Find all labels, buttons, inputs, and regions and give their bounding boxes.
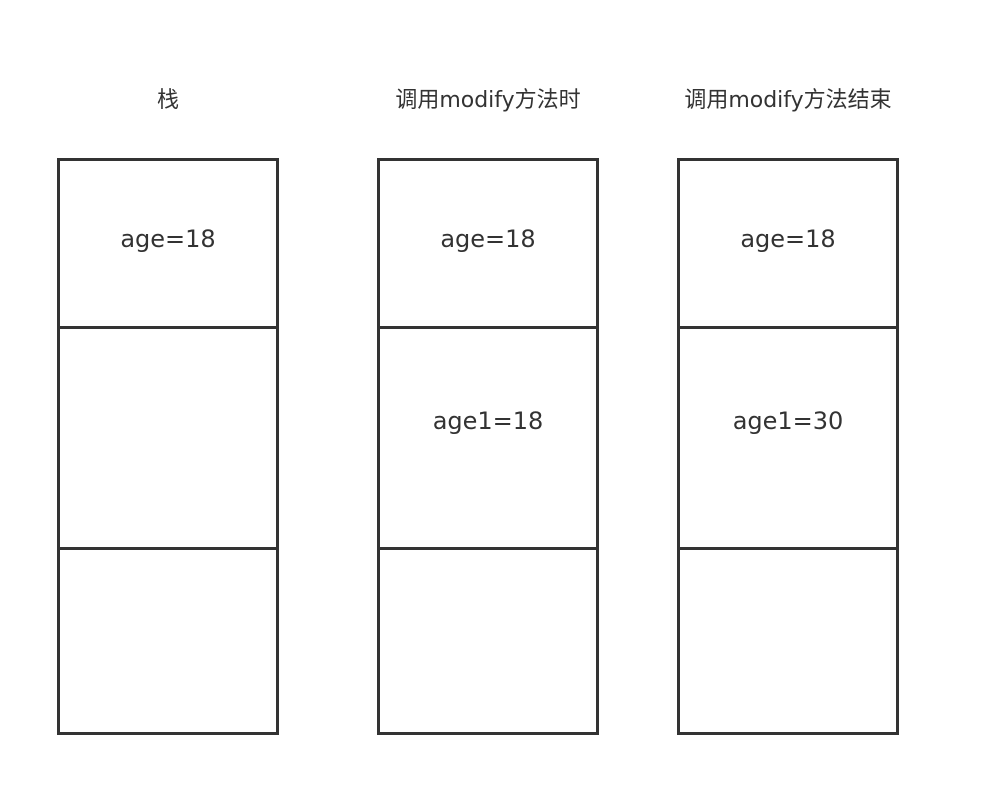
stack-cell-middle bbox=[60, 329, 276, 550]
cell-value: age=18 bbox=[120, 225, 216, 253]
stack-box-during-modify: age=18 age1=18 bbox=[377, 158, 599, 735]
stack-box-after-modify: age=18 age1=30 bbox=[677, 158, 899, 735]
stack-cell-top: age=18 bbox=[680, 161, 896, 329]
stack-cell-bottom bbox=[380, 550, 596, 732]
stack-cell-top: age=18 bbox=[380, 161, 596, 329]
stack-cell-top: age=18 bbox=[60, 161, 276, 329]
cell-value: age=18 bbox=[740, 225, 836, 253]
column-title-stack: 栈 bbox=[156, 88, 179, 113]
stack-cell-middle: age1=18 bbox=[380, 329, 596, 550]
cell-value: age=18 bbox=[440, 225, 536, 253]
cell-value: age1=30 bbox=[732, 407, 844, 435]
stack-cell-bottom bbox=[60, 550, 276, 732]
stack-box-stack: age=18 bbox=[57, 158, 279, 735]
column-title-during-modify: 调用modify方法时 bbox=[395, 88, 581, 113]
cell-value: age1=18 bbox=[432, 407, 544, 435]
column-title-after-modify: 调用modify方法结束 bbox=[684, 88, 892, 113]
stack-cell-middle: age1=30 bbox=[680, 329, 896, 550]
stack-cell-bottom bbox=[680, 550, 896, 732]
